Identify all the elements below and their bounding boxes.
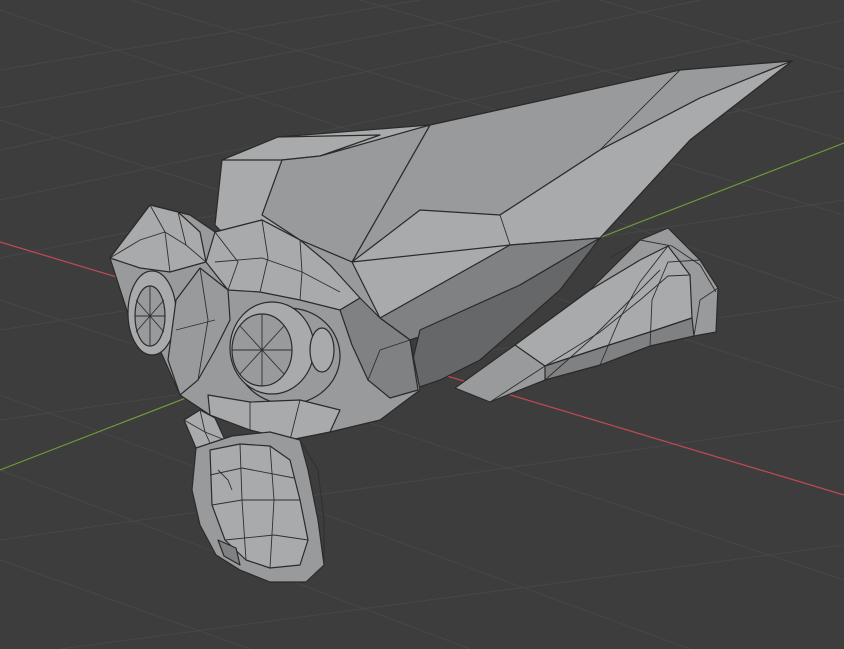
viewport-canvas[interactable]	[0, 0, 844, 649]
3d-viewport[interactable]	[0, 0, 844, 649]
mesh-jaw	[191, 431, 325, 583]
monkey-mesh[interactable]	[109, 60, 793, 583]
mesh-eye-left	[127, 270, 177, 356]
